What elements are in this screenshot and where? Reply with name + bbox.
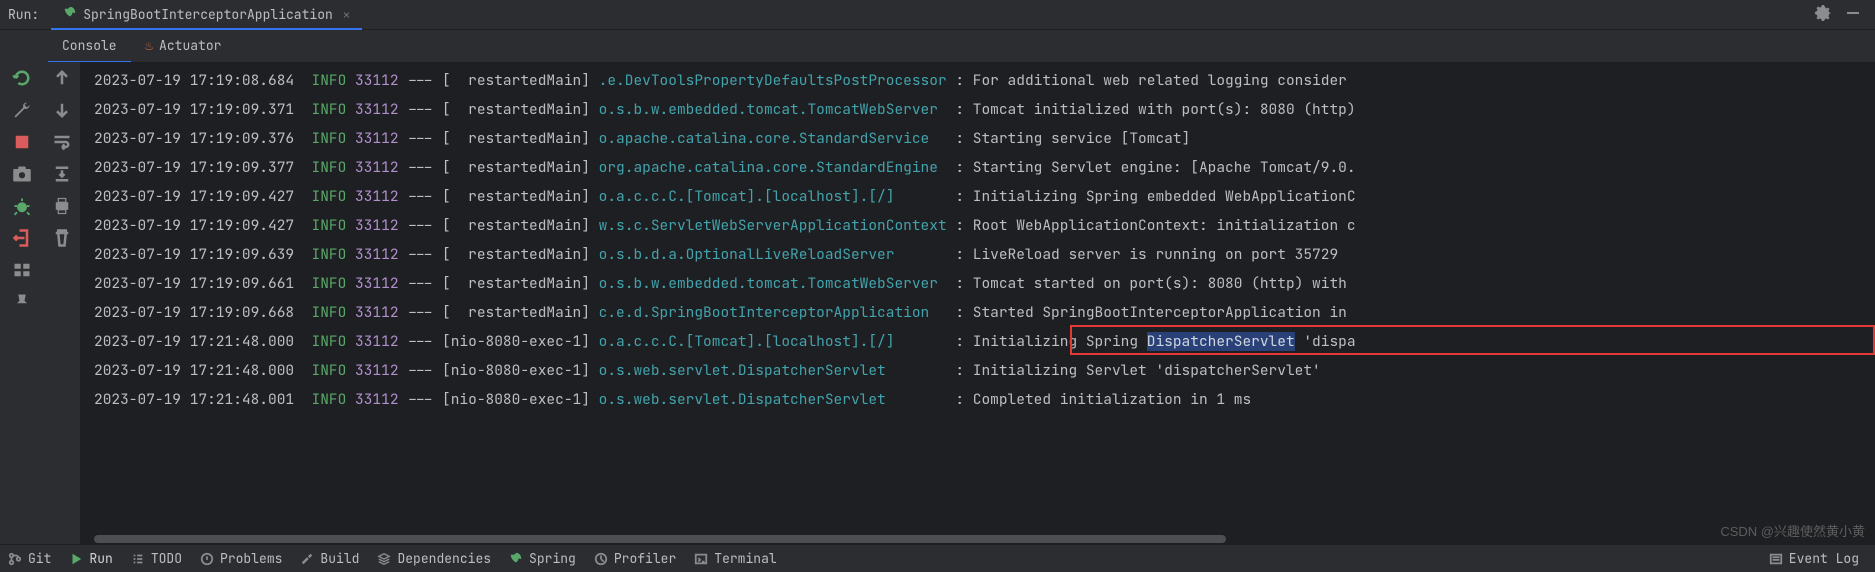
footer-run[interactable]: Run [69, 550, 112, 567]
stack-icon [377, 552, 391, 566]
footer-profiler-label: Profiler [614, 550, 676, 567]
log-line: 2023-07-19 17:19:09.371 INFO 33112 --- [… [94, 95, 1875, 124]
log-line: 2023-07-19 17:19:08.684 INFO 33112 --- [… [94, 66, 1875, 95]
bug-icon[interactable] [12, 196, 32, 216]
print-icon[interactable] [52, 196, 72, 216]
sub-tabs: Console ♨ Actuator [0, 30, 1875, 62]
rerun-icon[interactable] [12, 68, 32, 88]
footer-build[interactable]: Build [300, 550, 359, 567]
log-line: 2023-07-19 17:21:48.000 INFO 33112 --- [… [94, 356, 1875, 385]
footer-deps-label: Dependencies [397, 550, 491, 567]
footer-terminal[interactable]: Terminal [694, 550, 776, 567]
footer-git[interactable]: Git [8, 550, 51, 567]
watermark: CSDN @兴趣使然黄小黄 [1720, 521, 1865, 540]
arrow-up-icon[interactable] [52, 68, 72, 88]
log-line: 2023-07-19 17:19:09.668 INFO 33112 --- [… [94, 298, 1875, 327]
tab-actuator[interactable]: ♨ Actuator [131, 30, 236, 62]
problems-icon [200, 552, 214, 566]
scrollbar-thumb[interactable] [94, 535, 1226, 543]
minimize-icon[interactable] [1845, 5, 1861, 25]
git-icon [8, 552, 22, 566]
footer-git-label: Git [28, 550, 51, 567]
wrap-icon[interactable] [52, 132, 72, 152]
footer-spring-label: Spring [529, 550, 576, 567]
actuator-icon: ♨ [145, 37, 153, 55]
log-line: 2023-07-19 17:19:09.427 INFO 33112 --- [… [94, 182, 1875, 211]
log-line: 2023-07-19 17:19:09.639 INFO 33112 --- [… [94, 240, 1875, 269]
tab-console-label: Console [62, 37, 117, 54]
trash-icon[interactable] [52, 228, 72, 248]
log-line: 2023-07-19 17:19:09.661 INFO 33112 --- [… [94, 269, 1875, 298]
stop-icon[interactable] [12, 132, 32, 152]
event-log-icon [1769, 552, 1783, 566]
pin-icon[interactable] [12, 292, 32, 312]
footer-problems-label: Problems [220, 550, 282, 567]
footer-problems[interactable]: Problems [200, 550, 282, 567]
hammer-icon [300, 552, 314, 566]
spring-icon [509, 552, 523, 566]
horizontal-scrollbar[interactable] [80, 534, 1849, 544]
log-line: 2023-07-19 17:19:09.427 INFO 33112 --- [… [94, 211, 1875, 240]
list-icon [131, 552, 145, 566]
status-bar: Git Run TODO Problems Build Dependencies… [0, 544, 1875, 572]
arrow-down-icon[interactable] [52, 100, 72, 120]
footer-todo[interactable]: TODO [131, 550, 182, 567]
footer-terminal-label: Terminal [714, 550, 776, 567]
footer-deps[interactable]: Dependencies [377, 550, 491, 567]
wrench-icon[interactable] [12, 100, 32, 120]
footer-run-label: Run [89, 550, 112, 567]
layout-icon[interactable] [12, 260, 32, 280]
run-header: Run: SpringBootInterceptorApplication ✕ [0, 0, 1875, 30]
play-icon [69, 552, 83, 566]
exit-icon[interactable] [12, 228, 32, 248]
action-gutter [0, 62, 44, 544]
footer-event-log[interactable]: Event Log [1769, 550, 1859, 567]
console-output[interactable]: 2023-07-19 17:19:08.684 INFO 33112 --- [… [80, 62, 1875, 544]
run-label: Run: [8, 6, 39, 23]
footer-spring[interactable]: Spring [509, 550, 576, 567]
run-config-title: SpringBootInterceptorApplication [83, 6, 333, 23]
terminal-icon [694, 552, 708, 566]
footer-eventlog-label: Event Log [1789, 550, 1859, 567]
log-line: 2023-07-19 17:19:09.377 INFO 33112 --- [… [94, 153, 1875, 182]
camera-icon[interactable] [12, 164, 32, 184]
gear-icon[interactable] [1815, 5, 1831, 25]
profiler-icon [594, 552, 608, 566]
scroll-end-icon[interactable] [52, 164, 72, 184]
footer-profiler[interactable]: Profiler [594, 550, 676, 567]
log-line: 2023-07-19 17:19:09.376 INFO 33112 --- [… [94, 124, 1875, 153]
leaf-icon [63, 6, 77, 24]
tab-console[interactable]: Console [48, 30, 131, 63]
log-line: 2023-07-19 17:21:48.001 INFO 33112 --- [… [94, 385, 1875, 414]
tab-actuator-label: Actuator [159, 37, 221, 54]
console-gutter [44, 62, 80, 544]
footer-todo-label: TODO [151, 550, 182, 567]
run-config-tab[interactable]: SpringBootInterceptorApplication ✕ [51, 0, 362, 29]
footer-build-label: Build [320, 550, 359, 567]
log-line: 2023-07-19 17:21:48.000 INFO 33112 --- [… [94, 327, 1875, 356]
close-icon[interactable]: ✕ [343, 7, 350, 23]
